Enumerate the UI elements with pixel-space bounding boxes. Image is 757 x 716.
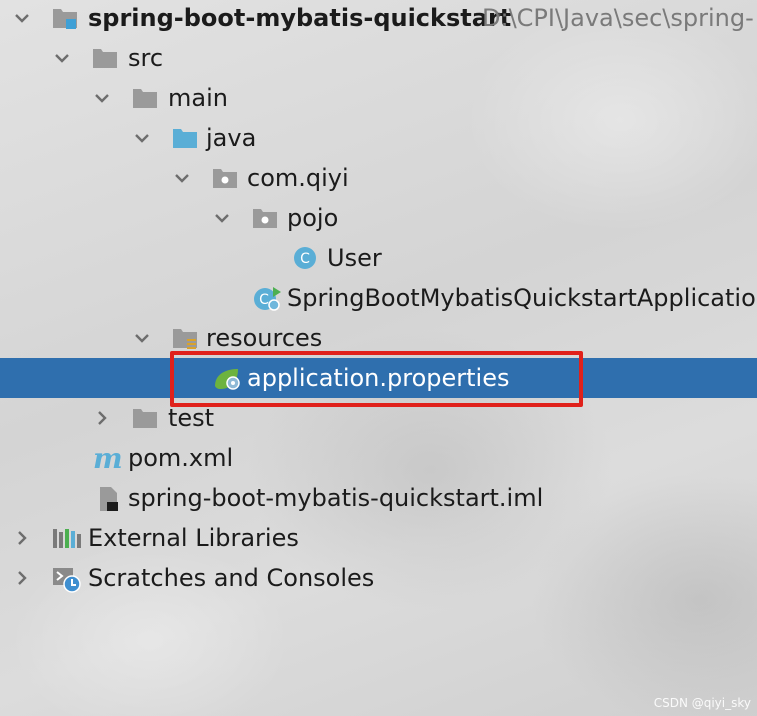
chevron-down-icon[interactable]	[14, 10, 30, 26]
external-libraries-label: External Libraries	[88, 524, 299, 552]
project-tree: spring-boot-mybatis-quickstart D:\CPI\Ja…	[0, 0, 757, 716]
tree-row-pom[interactable]: m pom.xml	[0, 438, 757, 478]
scratches-label: Scratches and Consoles	[88, 564, 375, 592]
source-folder-icon	[172, 126, 198, 150]
folder-icon	[132, 86, 158, 110]
resources-folder-icon	[172, 326, 198, 350]
tree-row-project[interactable]: spring-boot-mybatis-quickstart D:\CPI\Ja…	[0, 0, 757, 38]
folder-icon	[132, 406, 158, 430]
chevron-down-icon[interactable]	[174, 170, 190, 186]
module-folder-icon	[52, 6, 78, 30]
iml-label: spring-boot-mybatis-quickstart.iml	[128, 484, 544, 512]
tree-row-scratches[interactable]: Scratches and Consoles	[0, 558, 757, 598]
pom-label: pom.xml	[128, 444, 234, 472]
tree-row-package[interactable]: com.qiyi	[0, 158, 757, 198]
chevron-down-icon[interactable]	[214, 210, 230, 226]
package-icon	[252, 206, 278, 230]
scratches-icon	[52, 566, 81, 593]
pojo-label: pojo	[287, 204, 339, 232]
maven-icon: m	[92, 446, 122, 472]
tree-row-src[interactable]: src	[0, 38, 757, 78]
spring-boot-app-icon: C	[252, 286, 281, 311]
application-class-label: SpringBootMybatisQuickstartApplication	[287, 284, 757, 312]
package-icon	[212, 166, 238, 190]
src-label: src	[128, 44, 164, 72]
iml-file-icon	[96, 486, 122, 511]
chevron-down-icon[interactable]	[134, 130, 150, 146]
java-label: java	[206, 124, 257, 152]
tree-row-application[interactable]: C SpringBootMybatisQuickstartApplication	[0, 278, 757, 318]
chevron-down-icon[interactable]	[94, 90, 110, 106]
tree-row-iml[interactable]: spring-boot-mybatis-quickstart.iml	[0, 478, 757, 518]
resources-label: resources	[206, 324, 323, 352]
chevron-right-icon[interactable]	[14, 570, 30, 586]
project-name: spring-boot-mybatis-quickstart	[88, 4, 512, 32]
highlight-annotation-box	[170, 351, 583, 407]
svg-text:C: C	[259, 292, 269, 308]
package-label: com.qiyi	[247, 164, 349, 192]
main-label: main	[168, 84, 228, 112]
tree-row-java[interactable]: java	[0, 118, 757, 158]
svg-text:C: C	[300, 251, 310, 267]
folder-icon	[92, 46, 118, 70]
project-path: D:\CPI\Java\sec\spring-	[482, 4, 754, 32]
tree-row-pojo[interactable]: pojo	[0, 198, 757, 238]
chevron-right-icon[interactable]	[94, 410, 110, 426]
svg-text:m: m	[93, 446, 122, 472]
libraries-icon	[52, 526, 81, 550]
test-label: test	[168, 404, 215, 432]
tree-row-user[interactable]: C User	[0, 238, 757, 278]
user-class-label: User	[327, 244, 382, 272]
tree-row-external-libraries[interactable]: External Libraries	[0, 518, 757, 558]
chevron-right-icon[interactable]	[14, 530, 30, 546]
tree-row-main[interactable]: main	[0, 78, 757, 118]
chevron-down-icon[interactable]	[54, 50, 70, 66]
watermark: CSDN @qiyi_sky	[653, 696, 751, 710]
chevron-down-icon[interactable]	[134, 330, 150, 346]
class-icon: C	[292, 246, 318, 270]
